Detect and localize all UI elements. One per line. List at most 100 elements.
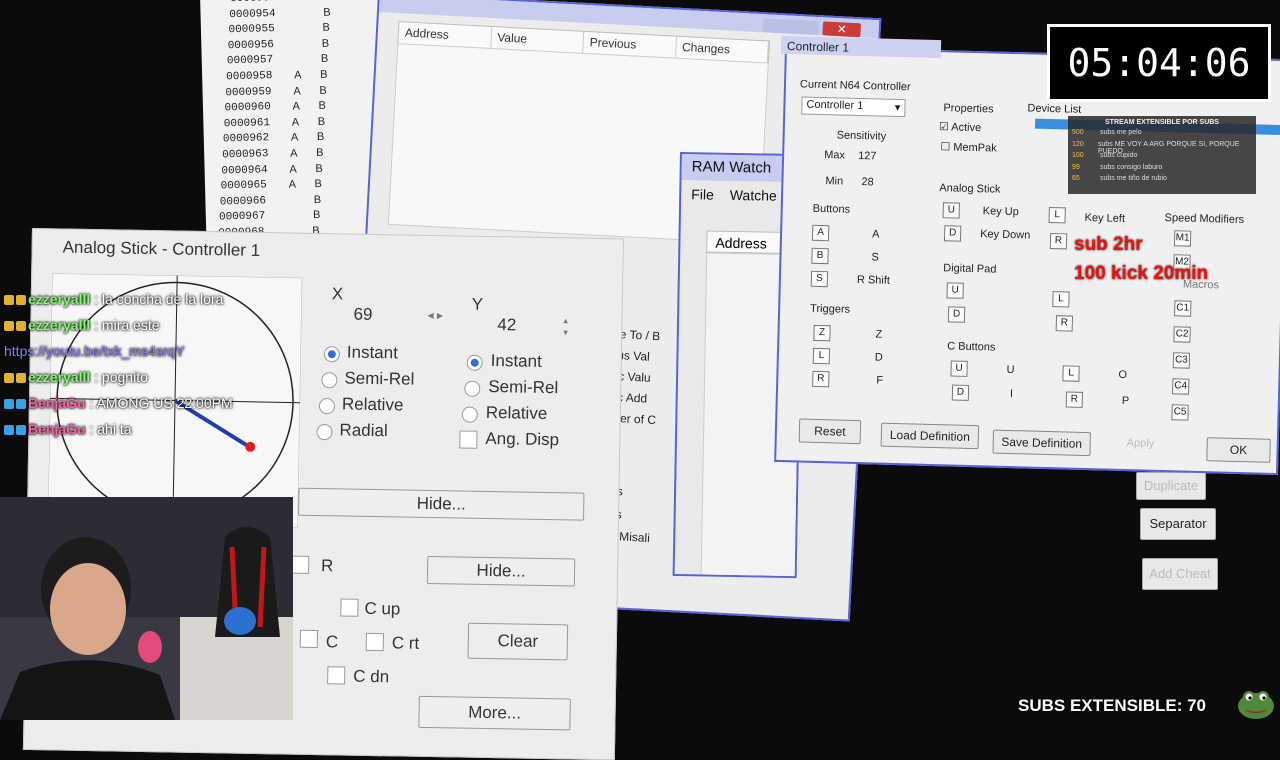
mode-semirel-radio[interactable] <box>321 372 338 389</box>
sub-goals-header: STREAM EXTENSIBLE POR SUBS <box>1105 119 1219 126</box>
memory-flag-a: A <box>294 69 302 82</box>
mode-instant-radio[interactable] <box>323 346 340 363</box>
reset-button[interactable]: Reset <box>798 418 862 445</box>
memory-address: 0000956 <box>227 38 275 53</box>
max-label: Max <box>824 149 846 162</box>
more-button[interactable]: More... <box>418 695 571 731</box>
x-label: X <box>331 284 344 304</box>
c-rt-checkbox[interactable] <box>365 632 384 652</box>
y-spinner[interactable]: ▴ ▾ <box>563 314 568 338</box>
active-label: Active <box>951 121 982 135</box>
sub-goal-text: subs cupido <box>1100 152 1138 159</box>
sub-goal-row: 99 subs consigo laburo <box>1072 164 1252 176</box>
chat-link[interactable]: https://youtu.be/txk_ms4srqY <box>4 338 254 364</box>
sub-goals-table: STREAM EXTENSIBLE POR SUBS 500 subs me pe… <box>1068 116 1256 194</box>
macro-c2[interactable]: C2 <box>1173 326 1191 343</box>
clear-button[interactable]: Clear <box>467 622 569 661</box>
c-left-checkbox[interactable] <box>299 629 319 649</box>
min-value[interactable]: 28 <box>861 176 874 188</box>
hide-button-2[interactable]: Hide... <box>426 555 576 587</box>
mode-radial-radio[interactable] <box>316 423 333 441</box>
dpad-left[interactable]: L <box>1052 291 1070 308</box>
chat-username: BenjaGu <box>28 421 86 437</box>
ang-disp-label: Ang. Disp <box>485 428 560 450</box>
load-definition-button[interactable]: Load Definition <box>880 422 980 450</box>
ok-button[interactable]: OK <box>1206 437 1271 463</box>
memory-flag-b: B <box>324 0 332 3</box>
macro-c3[interactable]: C3 <box>1172 352 1191 369</box>
triggers-label: Triggers <box>809 302 851 316</box>
memory-flag-a: A <box>293 84 301 98</box>
map-l: D <box>874 351 883 364</box>
key-b[interactable]: B <box>811 247 829 265</box>
c-dn-checkbox[interactable] <box>327 666 346 685</box>
key-a[interactable]: A <box>811 224 830 242</box>
ymode-instant-radio[interactable] <box>466 354 483 371</box>
c-key-right[interactable]: R <box>1065 391 1084 408</box>
badge-icon <box>4 425 14 436</box>
c-key-up[interactable]: U <box>950 360 968 377</box>
ymode-semirel-radio[interactable] <box>464 380 481 397</box>
y-label: Y <box>471 294 484 314</box>
ymode-relative-radio[interactable] <box>461 406 478 423</box>
max-value[interactable]: 127 <box>858 150 877 162</box>
analog-key-down[interactable]: D <box>943 225 962 242</box>
checkbox-icon: ☐ <box>940 141 954 154</box>
separator-button[interactable]: Separator <box>1140 508 1216 540</box>
c-up-label: C up <box>364 598 401 619</box>
window-minmax-buttons[interactable] <box>762 18 820 36</box>
c-key-down[interactable]: D <box>951 384 970 401</box>
webcam-feed <box>0 497 293 720</box>
key-s[interactable]: S <box>810 270 829 288</box>
r-checkbox[interactable] <box>291 555 310 574</box>
analog-key-right[interactable]: R <box>1049 233 1068 250</box>
key-r[interactable]: R <box>812 370 830 388</box>
add-cheat-button[interactable]: Add Cheat <box>1142 558 1218 590</box>
analog-key-up[interactable]: U <box>942 202 960 219</box>
sub-goal-text: subs consigo laburo <box>1100 163 1163 171</box>
memory-address: 0000962 <box>222 132 270 146</box>
dpad-right[interactable]: R <box>1055 315 1074 332</box>
c-dn-label: C dn <box>353 666 390 687</box>
menu-file[interactable]: File <box>691 186 714 202</box>
speed-modifiers-label: Speed Modifiers <box>1164 211 1245 227</box>
apply-button[interactable]: Apply <box>1127 437 1155 450</box>
save-definition-button[interactable]: Save Definition <box>992 429 1091 457</box>
dpad-down[interactable]: D <box>947 306 966 323</box>
active-checkbox[interactable]: ☑ Active <box>939 120 982 134</box>
c-key-left[interactable]: L <box>1062 365 1080 382</box>
macro-c4[interactable]: C4 <box>1172 378 1190 395</box>
y-value[interactable]: 42 <box>497 315 516 335</box>
sub-goal-count: 500 <box>1072 129 1084 136</box>
controller-dialog-title: Controller 1 <box>780 35 942 59</box>
x-spinner[interactable]: ◂ ▸ <box>427 308 443 322</box>
c-up-checkbox[interactable] <box>340 598 359 617</box>
dpad-up[interactable]: U <box>946 282 964 299</box>
controller-select[interactable]: Controller 1 ▾ <box>801 96 906 118</box>
chat-text: : la concha de la lora <box>90 291 224 307</box>
ang-disp-checkbox[interactable] <box>459 430 478 449</box>
key-down-label: Key Down <box>979 228 1031 242</box>
duplicate-button[interactable]: Duplicate <box>1136 472 1206 500</box>
memory-flag-b: B <box>316 146 324 159</box>
memory-address: 0000960 <box>224 101 271 115</box>
mode-relative-radio[interactable] <box>318 398 336 415</box>
sensitivity-label: Sensitivity <box>836 129 887 143</box>
key-z[interactable]: Z <box>813 324 831 342</box>
menu-watches[interactable]: Watche <box>730 187 777 204</box>
analog-key-left[interactable]: L <box>1048 206 1066 224</box>
promo-line-2: 100 kick 20min <box>1074 263 1209 284</box>
mempak-checkbox[interactable]: ☐ MemPak <box>940 140 997 154</box>
mode-radial-label: Radial <box>339 420 388 441</box>
close-button[interactable]: ✕ <box>822 21 862 38</box>
x-value[interactable]: 69 <box>353 305 372 325</box>
memory-address: 0000954 <box>229 7 276 21</box>
macro-c5[interactable]: C5 <box>1171 404 1189 421</box>
sub-goal-count: 100 <box>1072 152 1084 159</box>
key-l[interactable]: L <box>812 347 831 365</box>
hide-button-1[interactable]: Hide... <box>298 487 585 521</box>
memory-flag-b: B <box>314 177 323 191</box>
macro-c1[interactable]: C1 <box>1174 300 1192 317</box>
gem-icon <box>16 425 26 436</box>
badge-icon <box>4 321 14 332</box>
